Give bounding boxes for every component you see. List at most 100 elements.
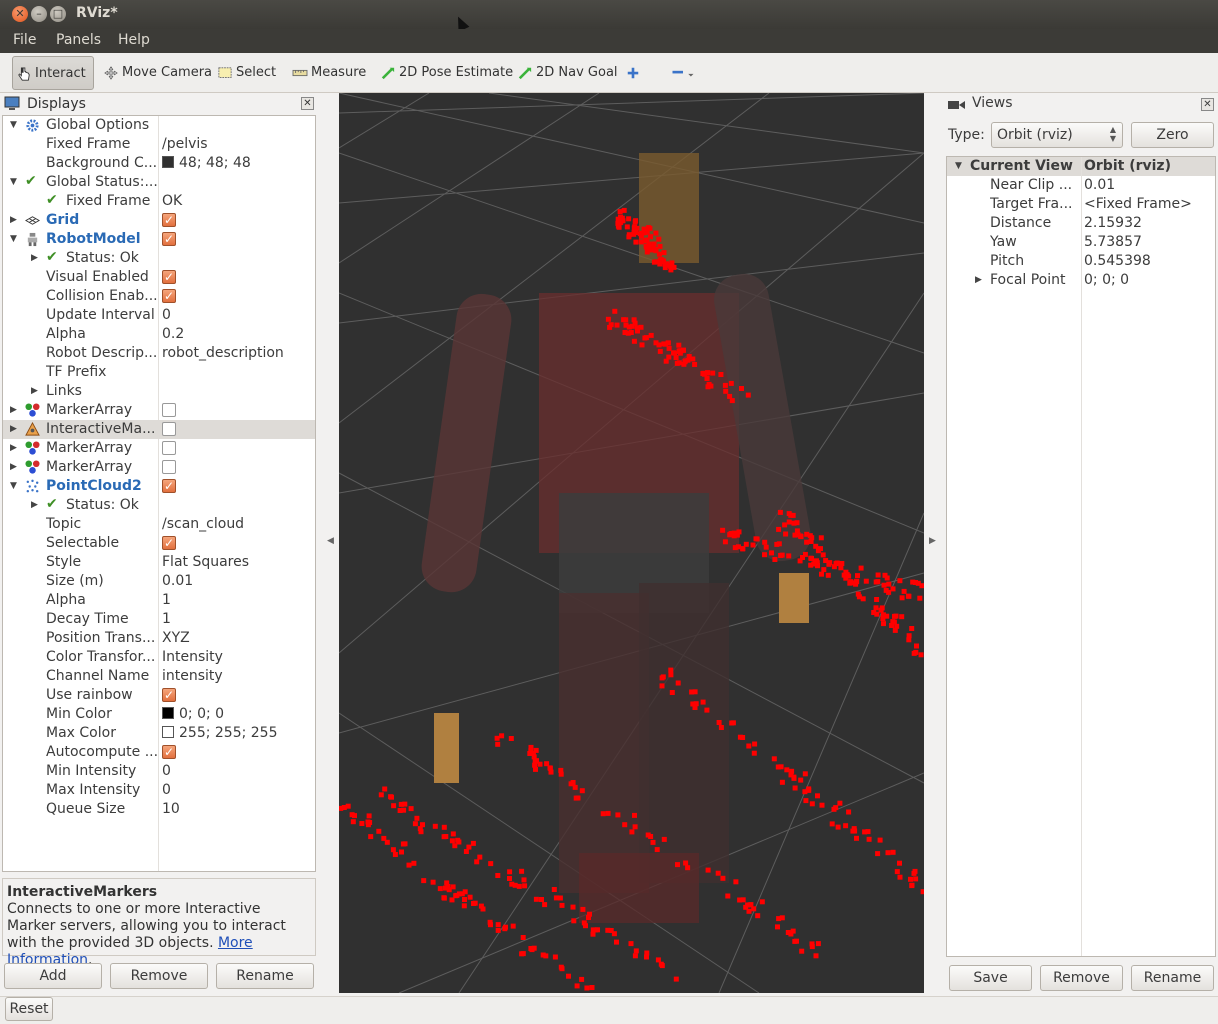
- tree-value[interactable]: 0.01: [162, 572, 193, 591]
- tree-row-channel-name[interactable]: Channel Name intensity: [3, 667, 315, 686]
- tree-value[interactable]: intensity: [162, 667, 223, 686]
- render-viewport[interactable]: [339, 93, 924, 993]
- tree-row-min-intensity[interactable]: Min Intensity 0: [3, 762, 315, 781]
- tree-value[interactable]: 0: [162, 306, 171, 325]
- expand-arrow-icon[interactable]: ▶: [10, 420, 20, 439]
- add-tool-button[interactable]: [620, 56, 644, 90]
- tree-row-point-cloud[interactable]: ▼ PointCloud2: [3, 477, 315, 496]
- right-splitter[interactable]: ▶: [929, 93, 939, 993]
- menu-help[interactable]: Help: [118, 32, 150, 48]
- interact-tool-button[interactable]: Interact: [12, 56, 94, 90]
- tree-row-style[interactable]: Style Flat Squares: [3, 553, 315, 572]
- tree-value[interactable]: /pelvis: [162, 135, 208, 154]
- save-view-button[interactable]: Save: [949, 965, 1032, 991]
- view-row-near-clip[interactable]: Near Clip ... 0.01: [947, 176, 1215, 195]
- enabled-checkbox[interactable]: [162, 441, 176, 455]
- expand-arrow-icon[interactable]: ▼: [10, 116, 20, 135]
- view-row-distance[interactable]: Distance 2.15932: [947, 214, 1215, 233]
- min-color-value[interactable]: 0; 0; 0: [162, 705, 224, 724]
- expand-arrow-icon[interactable]: ▶: [31, 382, 41, 401]
- tree-value[interactable]: 1: [162, 610, 171, 629]
- tree-value[interactable]: /scan_cloud: [162, 515, 244, 534]
- expand-arrow-icon[interactable]: ▼: [955, 157, 965, 176]
- tree-row-marker-array[interactable]: ▶ MarkerArray: [3, 401, 315, 420]
- close-window-button[interactable]: ✕: [12, 6, 28, 22]
- views-close-button[interactable]: ✕: [1201, 98, 1214, 111]
- enabled-checkbox[interactable]: [162, 403, 176, 417]
- tree-row-decay-time[interactable]: Decay Time 1: [3, 610, 315, 629]
- tree-row-min-color[interactable]: Min Color 0; 0; 0: [3, 705, 315, 724]
- tree-value[interactable]: robot_description: [162, 344, 284, 363]
- tree-value[interactable]: 0: [162, 762, 171, 781]
- tree-row-color-transformer[interactable]: Color Transfor... Intensity: [3, 648, 315, 667]
- tree-row-grid[interactable]: ▶ Grid: [3, 211, 315, 230]
- tree-row-marker-array[interactable]: ▶ MarkerArray: [3, 458, 315, 477]
- tree-value[interactable]: <Fixed Frame>: [1084, 195, 1192, 214]
- reset-button[interactable]: Reset: [5, 997, 53, 1021]
- enabled-checkbox[interactable]: [162, 460, 176, 474]
- enabled-checkbox[interactable]: [162, 230, 176, 249]
- view-row-focal-point[interactable]: ▶ Focal Point 0; 0; 0: [947, 271, 1215, 290]
- menu-panels[interactable]: Panels: [56, 32, 101, 48]
- expand-arrow-icon[interactable]: ▼: [10, 230, 20, 249]
- expand-arrow-icon[interactable]: ▼: [10, 173, 20, 192]
- pose-estimate-tool-button[interactable]: 2D Pose Estimate: [377, 56, 513, 90]
- tree-row-position-transformer[interactable]: Position Trans... XYZ: [3, 629, 315, 648]
- tree-row-alpha[interactable]: Alpha 0.2: [3, 325, 315, 344]
- tree-row-pc-alpha[interactable]: Alpha 1: [3, 591, 315, 610]
- rename-display-button[interactable]: Rename: [216, 963, 314, 989]
- maximize-window-button[interactable]: □: [50, 6, 66, 22]
- tree-row-visual-enabled[interactable]: Visual Enabled: [3, 268, 315, 287]
- color-swatch[interactable]: [162, 726, 174, 738]
- tree-value[interactable]: 0.2: [162, 325, 184, 344]
- view-type-select[interactable]: Orbit (rviz) ▲ ▼: [991, 122, 1123, 148]
- enabled-checkbox[interactable]: [162, 422, 176, 436]
- tree-value[interactable]: 2.15932: [1084, 214, 1142, 233]
- tree-row-robot-description[interactable]: Robot Descrip... robot_description: [3, 344, 315, 363]
- tree-value[interactable]: 0.01: [1084, 176, 1115, 195]
- selectable-checkbox[interactable]: [162, 534, 176, 553]
- remove-view-button[interactable]: Remove: [1040, 965, 1123, 991]
- expand-arrow-icon[interactable]: ▶: [10, 211, 20, 230]
- expand-arrow-icon[interactable]: ▶: [10, 401, 20, 420]
- tree-row-global-options[interactable]: ▼ Global Options: [3, 116, 315, 135]
- tree-row-topic[interactable]: Topic /scan_cloud: [3, 515, 315, 534]
- minimize-window-button[interactable]: –: [31, 6, 47, 22]
- autocompute-checkbox[interactable]: [162, 743, 176, 762]
- menu-file[interactable]: File: [13, 32, 36, 48]
- left-splitter[interactable]: ◀: [327, 93, 337, 993]
- scene-canvas[interactable]: [339, 93, 924, 993]
- add-display-button[interactable]: Add: [4, 963, 102, 989]
- tree-row-marker-array[interactable]: ▶ MarkerArray: [3, 439, 315, 458]
- tree-value[interactable]: 0.545398: [1084, 252, 1151, 271]
- tree-row-selectable[interactable]: Selectable: [3, 534, 315, 553]
- enabled-checkbox[interactable]: [162, 477, 176, 496]
- tree-row-global-status[interactable]: ▼ ✔ Global Status:...: [3, 173, 315, 192]
- tree-value[interactable]: 0: [162, 781, 171, 800]
- tree-row-use-rainbow[interactable]: Use rainbow: [3, 686, 315, 705]
- expand-arrow-icon[interactable]: ▶: [10, 458, 20, 477]
- tree-row-interactive-markers[interactable]: ▶ InteractiveMa...: [3, 420, 315, 439]
- tree-row-queue-size[interactable]: Queue Size 10: [3, 800, 315, 819]
- visual-enabled-checkbox[interactable]: [162, 268, 176, 287]
- tree-row-background-color[interactable]: Background C... 48; 48; 48: [3, 154, 315, 173]
- expand-arrow-icon[interactable]: ▶: [31, 496, 41, 515]
- use-rainbow-checkbox[interactable]: [162, 686, 176, 705]
- tree-row-tf-prefix[interactable]: TF Prefix: [3, 363, 315, 382]
- color-swatch[interactable]: [162, 156, 174, 168]
- tree-value[interactable]: XYZ: [162, 629, 190, 648]
- view-row-target-frame[interactable]: Target Fra... <Fixed Frame>: [947, 195, 1215, 214]
- view-row-yaw[interactable]: Yaw 5.73857: [947, 233, 1215, 252]
- tree-value[interactable]: 5.73857: [1084, 233, 1142, 252]
- expand-arrow-icon[interactable]: ▶: [975, 271, 985, 290]
- tree-value[interactable]: 0; 0; 0: [1084, 271, 1129, 290]
- tree-value[interactable]: 1: [162, 591, 171, 610]
- tree-row-max-color[interactable]: Max Color 255; 255; 255: [3, 724, 315, 743]
- expand-arrow-icon[interactable]: ▶: [10, 439, 20, 458]
- tree-row-collision-enabled[interactable]: Collision Enab...: [3, 287, 315, 306]
- nav-goal-tool-button[interactable]: 2D Nav Goal: [514, 56, 618, 90]
- view-row-pitch[interactable]: Pitch 0.545398: [947, 252, 1215, 271]
- move-camera-tool-button[interactable]: Move Camera: [100, 56, 212, 90]
- tree-row-update-interval[interactable]: Update Interval 0: [3, 306, 315, 325]
- tree-row-robot-status[interactable]: ▶ ✔ Status: Ok: [3, 249, 315, 268]
